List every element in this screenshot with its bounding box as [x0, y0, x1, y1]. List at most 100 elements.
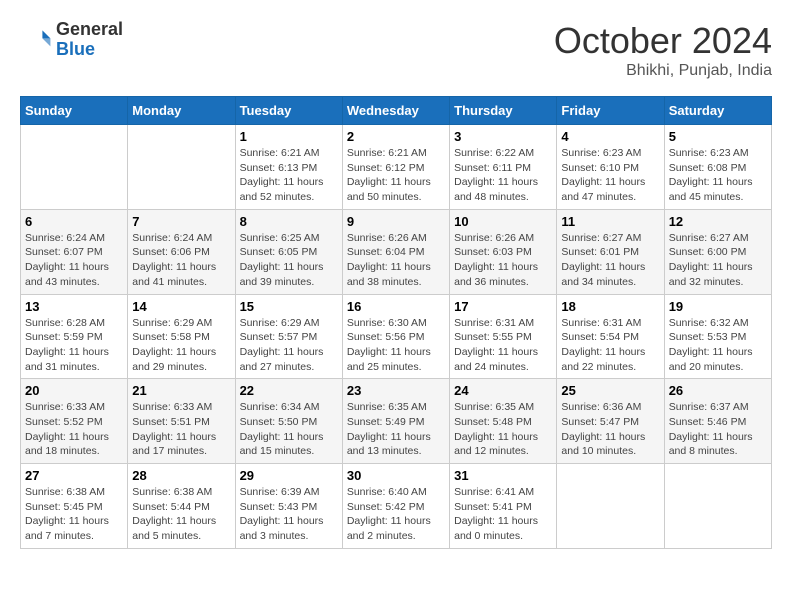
calendar-cell: 21Sunrise: 6:33 AMSunset: 5:51 PMDayligh… [128, 379, 235, 464]
calendar-week-3: 13 Sunrise: 6:28 AMSunset: 5:59 PMDayligh… [21, 294, 772, 379]
day-info: Sunrise: 6:35 AMSunset: 5:49 PMDaylight:… [347, 400, 445, 459]
day-number: 2 [347, 129, 445, 144]
calendar-cell: 24 Sunrise: 6:35 AMSunset: 5:48 PMDayligh… [450, 379, 557, 464]
day-number: 19 [669, 299, 767, 314]
day-info: Sunrise: 6:26 AMSunset: 6:03 PMDaylight:… [454, 231, 552, 290]
day-number: 1 [240, 129, 338, 144]
calendar-cell: 18 Sunrise: 6:31 AMSunset: 5:54 PMDayligh… [557, 294, 664, 379]
calendar-cell: 1 Sunrise: 6:21 AMSunset: 6:13 PMDaylight… [235, 125, 342, 210]
day-info: Sunrise: 6:39 AMSunset: 5:43 PMDaylight:… [240, 485, 338, 544]
calendar-title: October 2024 [554, 20, 772, 62]
day-info: Sunrise: 6:29 AMSunset: 5:58 PMDaylight:… [132, 316, 230, 375]
title-block: October 2024 Bhikhi, Punjab, India [554, 20, 772, 80]
calendar-cell: 23 Sunrise: 6:35 AMSunset: 5:49 PMDayligh… [342, 379, 449, 464]
day-info: Sunrise: 6:37 AMSunset: 5:46 PMDaylight:… [669, 400, 767, 459]
calendar-cell: 17 Sunrise: 6:31 AMSunset: 5:55 PMDayligh… [450, 294, 557, 379]
day-number: 24 [454, 383, 552, 398]
day-number: 14 [132, 299, 230, 314]
calendar-cell: 14 Sunrise: 6:29 AMSunset: 5:58 PMDayligh… [128, 294, 235, 379]
day-info: Sunrise: 6:33 AMSunset: 5:51 PMDaylight:… [132, 400, 230, 459]
day-number: 15 [240, 299, 338, 314]
day-info: Sunrise: 6:29 AMSunset: 5:57 PMDaylight:… [240, 316, 338, 375]
calendar-cell: 26 Sunrise: 6:37 AMSunset: 5:46 PMDayligh… [664, 379, 771, 464]
header-day-monday: Monday [128, 97, 235, 125]
calendar-cell: 28 Sunrise: 6:38 AMSunset: 5:44 PMDayligh… [128, 464, 235, 549]
calendar-week-2: 6 Sunrise: 6:24 AMSunset: 6:07 PMDaylight… [21, 209, 772, 294]
calendar-header: SundayMondayTuesdayWednesdayThursdayFrid… [21, 97, 772, 125]
day-number: 4 [561, 129, 659, 144]
calendar-cell: 16 Sunrise: 6:30 AMSunset: 5:56 PMDayligh… [342, 294, 449, 379]
calendar-cell: 9Sunrise: 6:26 AMSunset: 6:04 PMDaylight… [342, 209, 449, 294]
header-day-saturday: Saturday [664, 97, 771, 125]
day-number: 13 [25, 299, 123, 314]
logo-icon [20, 24, 52, 56]
day-info: Sunrise: 6:27 AMSunset: 6:00 PMDaylight:… [669, 231, 767, 290]
header-day-tuesday: Tuesday [235, 97, 342, 125]
day-number: 29 [240, 468, 338, 483]
day-number: 16 [347, 299, 445, 314]
calendar-table: SundayMondayTuesdayWednesdayThursdayFrid… [20, 96, 772, 549]
day-number: 20 [25, 383, 123, 398]
calendar-cell: 8 Sunrise: 6:25 AMSunset: 6:05 PMDaylight… [235, 209, 342, 294]
day-info: Sunrise: 6:40 AMSunset: 5:42 PMDaylight:… [347, 485, 445, 544]
day-number: 8 [240, 214, 338, 229]
day-number: 6 [25, 214, 123, 229]
day-info: Sunrise: 6:25 AMSunset: 6:05 PMDaylight:… [240, 231, 338, 290]
day-info: Sunrise: 6:35 AMSunset: 5:48 PMDaylight:… [454, 400, 552, 459]
day-number: 25 [561, 383, 659, 398]
day-number: 17 [454, 299, 552, 314]
day-info: Sunrise: 6:21 AMSunset: 6:12 PMDaylight:… [347, 146, 445, 205]
calendar-cell: 11 Sunrise: 6:27 AMSunset: 6:01 PMDayligh… [557, 209, 664, 294]
calendar-cell: 29 Sunrise: 6:39 AMSunset: 5:43 PMDayligh… [235, 464, 342, 549]
calendar-cell: 25 Sunrise: 6:36 AMSunset: 5:47 PMDayligh… [557, 379, 664, 464]
day-info: Sunrise: 6:28 AMSunset: 5:59 PMDaylight:… [25, 316, 123, 375]
day-info: Sunrise: 6:36 AMSunset: 5:47 PMDaylight:… [561, 400, 659, 459]
day-info: Sunrise: 6:30 AMSunset: 5:56 PMDaylight:… [347, 316, 445, 375]
day-info: Sunrise: 6:24 AMSunset: 6:06 PMDaylight:… [132, 231, 230, 290]
day-number: 11 [561, 214, 659, 229]
day-number: 10 [454, 214, 552, 229]
calendar-cell: 20 Sunrise: 6:33 AMSunset: 5:52 PMDayligh… [21, 379, 128, 464]
logo-blue-text: Blue [56, 40, 123, 60]
calendar-cell: 4 Sunrise: 6:23 AMSunset: 6:10 PMDaylight… [557, 125, 664, 210]
day-info: Sunrise: 6:24 AMSunset: 6:07 PMDaylight:… [25, 231, 123, 290]
calendar-cell: 6 Sunrise: 6:24 AMSunset: 6:07 PMDaylight… [21, 209, 128, 294]
logo: General Blue [20, 20, 123, 60]
logo-general-text: General [56, 20, 123, 40]
day-info: Sunrise: 6:23 AMSunset: 6:10 PMDaylight:… [561, 146, 659, 205]
calendar-cell: 22 Sunrise: 6:34 AMSunset: 5:50 PMDayligh… [235, 379, 342, 464]
calendar-cell: 10 Sunrise: 6:26 AMSunset: 6:03 PMDayligh… [450, 209, 557, 294]
calendar-cell: 13 Sunrise: 6:28 AMSunset: 5:59 PMDayligh… [21, 294, 128, 379]
calendar-cell: 2 Sunrise: 6:21 AMSunset: 6:12 PMDaylight… [342, 125, 449, 210]
calendar-cell [664, 464, 771, 549]
page-header: General Blue October 2024 Bhikhi, Punjab… [20, 20, 772, 80]
day-number: 23 [347, 383, 445, 398]
day-info: Sunrise: 6:38 AMSunset: 5:44 PMDaylight:… [132, 485, 230, 544]
calendar-cell: 27Sunrise: 6:38 AMSunset: 5:45 PMDayligh… [21, 464, 128, 549]
header-day-thursday: Thursday [450, 97, 557, 125]
day-info: Sunrise: 6:34 AMSunset: 5:50 PMDaylight:… [240, 400, 338, 459]
calendar-cell: 7 Sunrise: 6:24 AMSunset: 6:06 PMDaylight… [128, 209, 235, 294]
day-info: Sunrise: 6:27 AMSunset: 6:01 PMDaylight:… [561, 231, 659, 290]
day-number: 28 [132, 468, 230, 483]
header-day-sunday: Sunday [21, 97, 128, 125]
day-info: Sunrise: 6:38 AMSunset: 5:45 PMDaylight:… [25, 485, 123, 544]
calendar-cell [557, 464, 664, 549]
calendar-cell: 3Sunrise: 6:22 AMSunset: 6:11 PMDaylight… [450, 125, 557, 210]
day-number: 22 [240, 383, 338, 398]
day-number: 26 [669, 383, 767, 398]
calendar-cell: 15 Sunrise: 6:29 AMSunset: 5:57 PMDayligh… [235, 294, 342, 379]
day-number: 9 [347, 214, 445, 229]
calendar-cell [21, 125, 128, 210]
day-info: Sunrise: 6:21 AMSunset: 6:13 PMDaylight:… [240, 146, 338, 205]
day-info: Sunrise: 6:33 AMSunset: 5:52 PMDaylight:… [25, 400, 123, 459]
day-number: 7 [132, 214, 230, 229]
day-number: 18 [561, 299, 659, 314]
day-number: 5 [669, 129, 767, 144]
day-info: Sunrise: 6:22 AMSunset: 6:11 PMDaylight:… [454, 146, 552, 205]
day-info: Sunrise: 6:31 AMSunset: 5:54 PMDaylight:… [561, 316, 659, 375]
calendar-cell: 30Sunrise: 6:40 AMSunset: 5:42 PMDayligh… [342, 464, 449, 549]
day-info: Sunrise: 6:31 AMSunset: 5:55 PMDaylight:… [454, 316, 552, 375]
calendar-body: 1 Sunrise: 6:21 AMSunset: 6:13 PMDaylight… [21, 125, 772, 549]
calendar-week-1: 1 Sunrise: 6:21 AMSunset: 6:13 PMDaylight… [21, 125, 772, 210]
